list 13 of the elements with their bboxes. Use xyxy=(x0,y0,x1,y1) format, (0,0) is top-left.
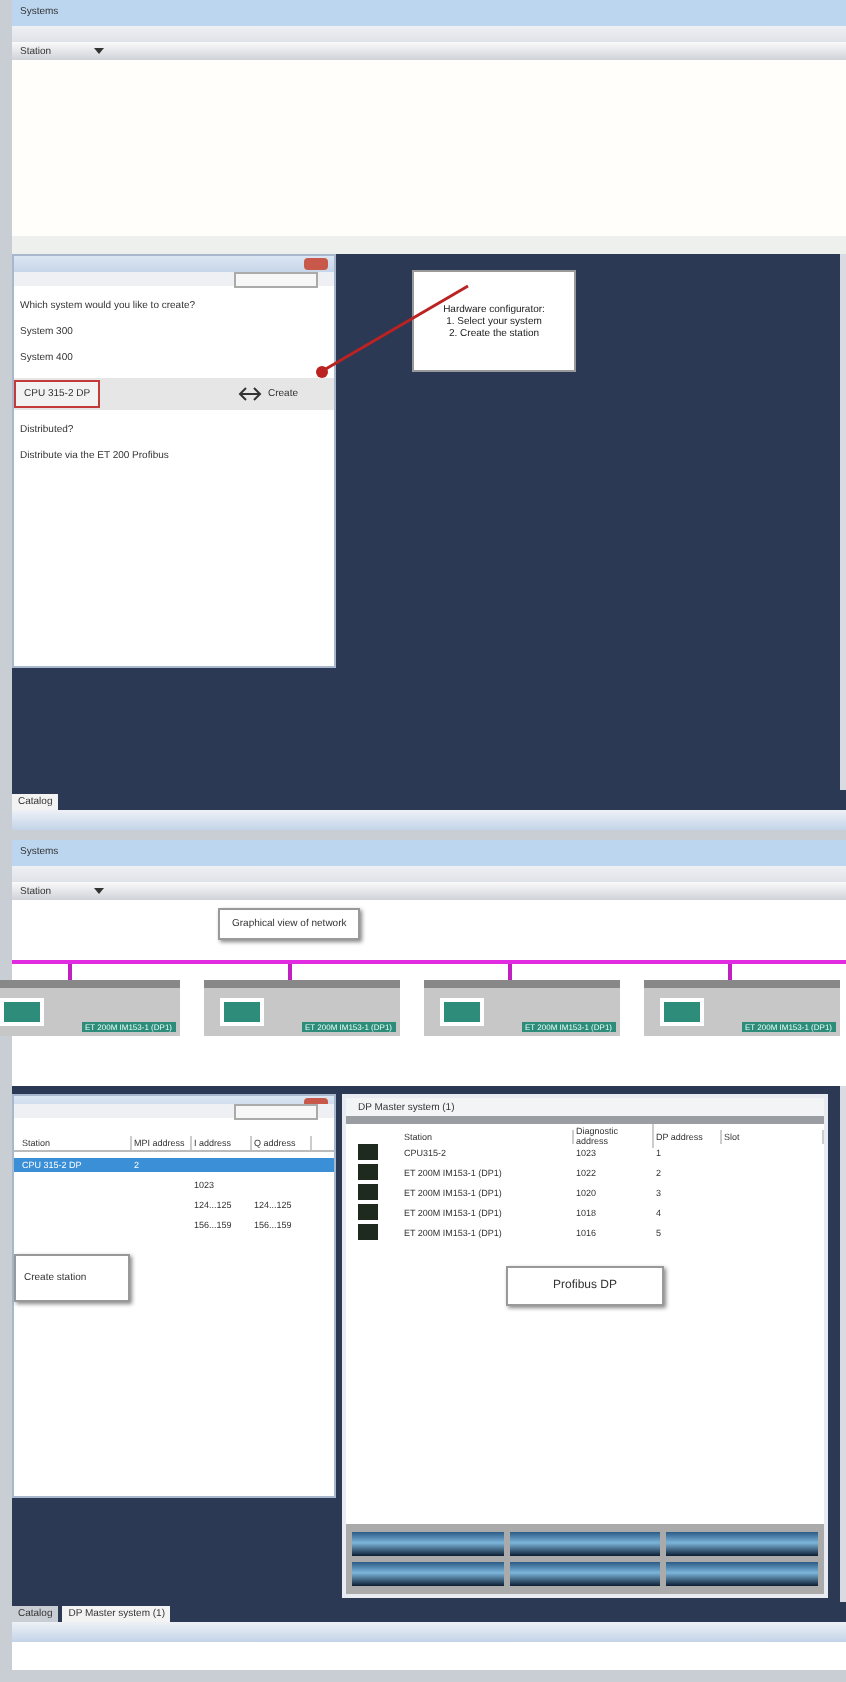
module-button[interactable] xyxy=(666,1562,818,1586)
module-button[interactable] xyxy=(509,1532,661,1556)
caret-icon xyxy=(93,888,104,894)
module-button[interactable] xyxy=(666,1532,818,1556)
module-icon xyxy=(440,998,484,1026)
module-icon xyxy=(0,998,44,1026)
create-icon xyxy=(237,386,262,402)
module-button[interactable] xyxy=(352,1532,504,1556)
caret-icon xyxy=(93,48,104,54)
module-icon xyxy=(660,998,704,1026)
module-button[interactable] xyxy=(509,1562,661,1586)
module-button[interactable] xyxy=(352,1562,504,1586)
module-icon xyxy=(220,998,264,1026)
